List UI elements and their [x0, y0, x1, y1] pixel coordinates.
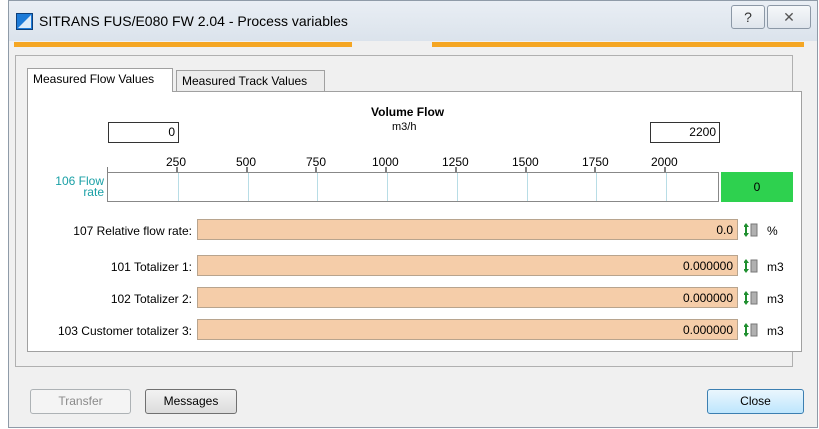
help-button[interactable]: ?	[731, 5, 765, 29]
relative-flow-field: 0.0	[197, 219, 738, 240]
transfer-button[interactable]: Transfer	[30, 389, 131, 414]
window-title: SITRANS FUS/E080 FW 2.04 - Process varia…	[39, 13, 348, 29]
customer-totalizer-3-label: 103 Customer totalizer 3:	[57, 324, 192, 338]
sort-arrows-icon[interactable]	[744, 323, 760, 337]
sort-arrows-icon[interactable]	[744, 223, 760, 237]
flow-current-value: 0	[721, 172, 793, 202]
chart-unit: m3/h	[392, 121, 417, 133]
app-icon	[16, 13, 33, 30]
totalizer-1-field: 0.000000	[197, 255, 738, 276]
totalizer-2-field: 0.000000	[197, 287, 738, 308]
header-accent-bar	[14, 42, 804, 47]
title-bar: SITRANS FUS/E080 FW 2.04 - Process varia…	[9, 1, 817, 41]
totalizer-2-unit: m3	[767, 292, 784, 306]
customer-totalizer-3-field: 0.000000	[197, 319, 738, 340]
sort-arrows-icon[interactable]	[744, 259, 760, 273]
messages-button[interactable]: Messages	[145, 389, 237, 414]
window-close-button[interactable]: ✕	[767, 5, 811, 29]
sort-arrows-icon[interactable]	[744, 291, 760, 305]
range-max-field[interactable]: 2200	[650, 122, 720, 143]
totalizer-2-label: 102 Totalizer 2:	[110, 292, 192, 306]
flow-rate-label: 106 Flow rate	[55, 174, 104, 199]
flow-bar-graph	[107, 172, 719, 202]
relative-flow-label: 107 Relative flow rate:	[73, 224, 192, 238]
chart-title: Volume Flow	[371, 105, 445, 119]
close-button[interactable]: Close	[707, 389, 804, 414]
range-min-field[interactable]: 0	[108, 122, 179, 143]
customer-totalizer-3-unit: m3	[767, 324, 784, 338]
totalizer-1-unit: m3	[767, 260, 784, 274]
relative-flow-unit: %	[767, 224, 778, 238]
tab-measured-track-values[interactable]: Measured Track Values	[176, 70, 325, 92]
totalizer-1-label: 101 Totalizer 1:	[110, 260, 192, 274]
tab-measured-flow-values[interactable]: Measured Flow Values	[27, 68, 173, 92]
